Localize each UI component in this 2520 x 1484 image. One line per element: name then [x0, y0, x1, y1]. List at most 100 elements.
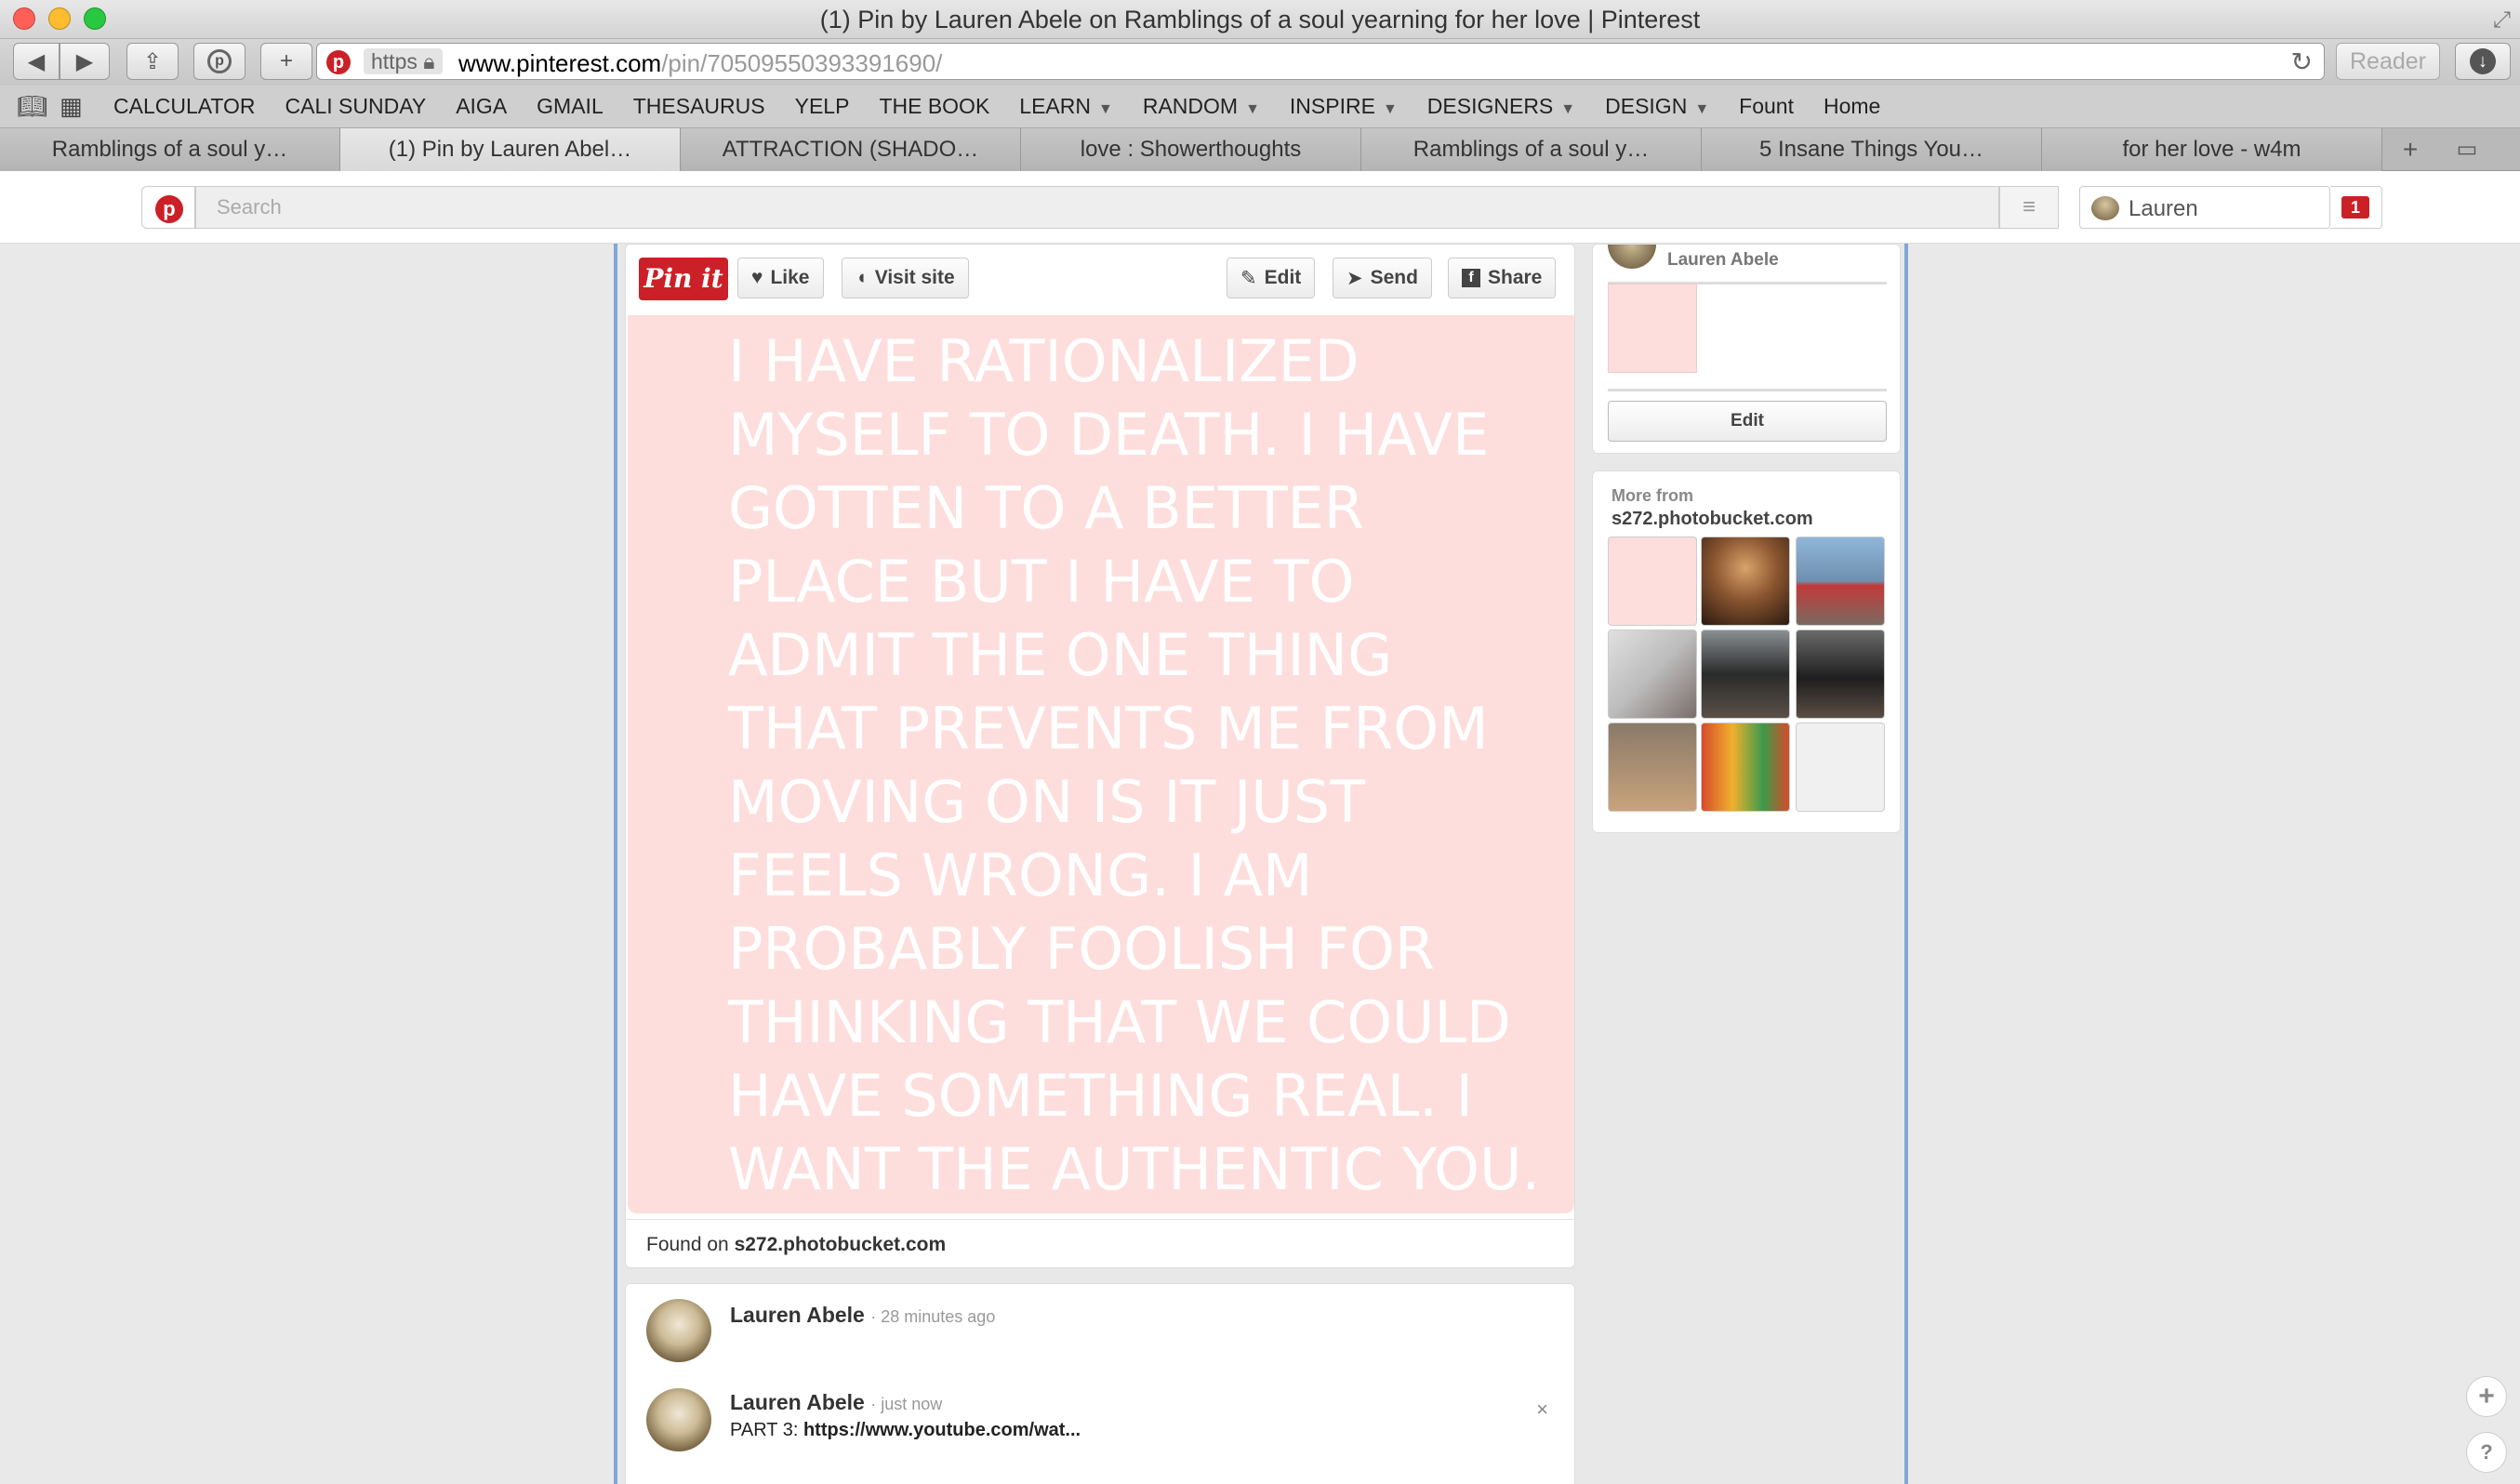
bookmark-item[interactable]: YELP [795, 94, 850, 119]
bookmark-item[interactable]: Home [1824, 94, 1880, 119]
thumbnail-empty[interactable] [1796, 722, 1885, 812]
bookmark-label: CALI SUNDAY [285, 94, 427, 118]
bookmark-label: GMAIL [537, 94, 603, 118]
bookmark-item[interactable]: AIGA [456, 94, 507, 119]
address-bar[interactable]: p https 🔒︎ www.pinterest.com/pin/7050955… [316, 43, 2325, 80]
back-icon: ◀ [27, 48, 46, 74]
window-titlebar: (1) Pin by Lauren Abele on Ramblings of … [0, 0, 2520, 39]
browser-tab[interactable]: ATTRACTION (SHADO… [681, 128, 1021, 171]
comment-time: · just now [870, 1395, 943, 1413]
pin-it-button[interactable]: Pin it [639, 258, 728, 300]
facebook-icon: f [1462, 269, 1480, 287]
bookmark-label: RANDOM [1142, 94, 1239, 118]
user-profile-button[interactable]: Lauren [2079, 186, 2330, 229]
board-card: Lauren Abele Edit [1592, 244, 1901, 454]
bookmark-item[interactable]: RANDOM ▼ [1143, 94, 1260, 119]
help-button[interactable]: ? [2466, 1432, 2507, 1473]
search-input[interactable] [196, 187, 1998, 228]
browser-tab[interactable]: (1) Pin by Lauren Abel… [340, 128, 681, 171]
fullscreen-icon[interactable]: ⤢ [2493, 7, 2511, 33]
like-label: Like [770, 267, 810, 288]
browser-tab[interactable]: love : Showerthoughts [1021, 128, 1361, 171]
tab-overview-button[interactable]: ▭ [2438, 128, 2496, 170]
thumbnail-colorful-art[interactable] [1701, 722, 1790, 812]
thumbnail-outfit-2[interactable] [1796, 629, 1885, 719]
downloads-button[interactable]: ↓ [2455, 43, 2511, 80]
bookmark-item[interactable]: CALI SUNDAY [285, 94, 427, 119]
notifications-button[interactable]: 1 [2330, 186, 2382, 229]
comment-link[interactable]: https://www.youtube.com/wat... [803, 1420, 1081, 1440]
pinterest-logo[interactable]: p [141, 186, 195, 229]
bookmark-label: Home [1823, 94, 1881, 118]
user-name: Lauren [2129, 196, 2198, 221]
share-label: Share [1488, 267, 1543, 288]
bookmark-item[interactable]: LEARN ▼ [1019, 94, 1113, 119]
comment-time: · 28 minutes ago [870, 1307, 996, 1326]
thumbnail-heart-art[interactable] [1608, 722, 1697, 812]
visit-site-label: Visit site [874, 267, 955, 288]
reading-list-icon[interactable]: 📖︎ [17, 92, 54, 121]
browser-tab[interactable]: for her love - w4m [2042, 128, 2382, 171]
chevron-down-icon: ▼ [1560, 101, 1576, 117]
download-icon: ↓ [2470, 48, 2496, 74]
thumbnail-quote[interactable] [1608, 537, 1697, 626]
pencil-icon: ✎ [1240, 267, 1257, 289]
bookmark-item[interactable]: Fount [1739, 94, 1794, 119]
share-pin-button[interactable]: f Share [1448, 258, 1557, 298]
forward-icon: ▶ [75, 48, 94, 74]
bookmark-label: CALCULATOR [113, 94, 256, 118]
bookmark-item[interactable]: GMAIL [537, 94, 603, 119]
thumbnail-portrait[interactable] [1701, 537, 1790, 626]
edit-button[interactable]: ✎ Edit [1227, 258, 1316, 298]
bookmark-label: DESIGN [1605, 94, 1688, 118]
like-button[interactable]: ♥ Like [737, 258, 824, 298]
pin-image[interactable]: I have rationalized myself to death. I h… [628, 315, 1574, 1213]
found-on-text: Found on s272.photobucket.com [646, 1234, 946, 1256]
browser-tab[interactable]: Ramblings of a soul y… [1361, 128, 1702, 171]
browser-tab[interactable]: Ramblings of a soul y… [0, 128, 340, 171]
pin-quote-text: I have rationalized myself to death. I h… [728, 327, 1541, 1203]
search-menu-button[interactable]: ≡ [1999, 186, 2059, 229]
thumbnail-bicycle[interactable] [1796, 537, 1885, 626]
new-tab-button[interactable]: + [2382, 128, 2438, 170]
board-owner[interactable]: Lauren Abele [1667, 250, 1779, 271]
visit-site-button[interactable]: ◖ Visit site [842, 258, 969, 298]
forward-button[interactable]: ▶ [60, 43, 110, 80]
browser-tab[interactable]: 5 Insane Things You… [1702, 128, 2042, 171]
board-thumbnail[interactable] [1608, 284, 1697, 373]
edit-label: Edit [1264, 267, 1302, 288]
bookmark-item[interactable]: THE BOOK [879, 94, 989, 119]
reload-icon[interactable]: ↻ [2291, 46, 2313, 77]
avatar[interactable] [646, 1388, 711, 1451]
share-button[interactable]: ⇪ [126, 43, 179, 80]
pinterest-extension-button[interactable]: p [193, 43, 245, 80]
close-icon[interactable]: × [1536, 1398, 1548, 1422]
add-bookmark-button[interactable]: + [260, 43, 312, 80]
comment-author[interactable]: Lauren Abele · 28 minutes ago [730, 1303, 995, 1328]
comment-author[interactable]: Lauren Abele · just now [730, 1390, 942, 1415]
comment-author-name: Lauren Abele [730, 1303, 865, 1327]
url-text[interactable]: www.pinterest.com/pin/70509550393391690/ [458, 49, 942, 78]
avatar[interactable] [646, 1299, 711, 1362]
reader-button[interactable]: Reader [2336, 43, 2440, 80]
send-button[interactable]: ➤ Send [1333, 258, 1432, 298]
bookmark-item[interactable]: THESAURUS [633, 94, 765, 119]
bookmark-item[interactable]: DESIGNERS ▼ [1427, 94, 1575, 119]
bookmark-item[interactable]: DESIGN ▼ [1605, 94, 1709, 119]
more-from-card: More from s272.photobucket.com [1592, 470, 1901, 833]
board-edit-button[interactable]: Edit [1608, 401, 1887, 442]
thumbnail-outfit-1[interactable] [1701, 629, 1790, 719]
divider [1608, 389, 1887, 391]
bookmark-label: THE BOOK [879, 94, 990, 118]
thumbnail-room[interactable] [1608, 629, 1697, 719]
found-on-source-link[interactable]: s272.photobucket.com [735, 1234, 947, 1255]
lock-icon: 🔒︎ [423, 49, 435, 73]
comment-text: PART 3: https://www.youtube.com/wat... [730, 1420, 1081, 1441]
avatar[interactable] [1608, 245, 1656, 269]
bookmark-label: INSPIRE [1289, 94, 1375, 118]
add-pin-button[interactable]: + [2466, 1376, 2507, 1417]
back-button[interactable]: ◀ [13, 43, 60, 80]
bookmark-item[interactable]: CALCULATOR [113, 94, 256, 119]
more-from-source[interactable]: s272.photobucket.com [1611, 509, 1813, 530]
bookmark-item[interactable]: INSPIRE ▼ [1290, 94, 1398, 119]
